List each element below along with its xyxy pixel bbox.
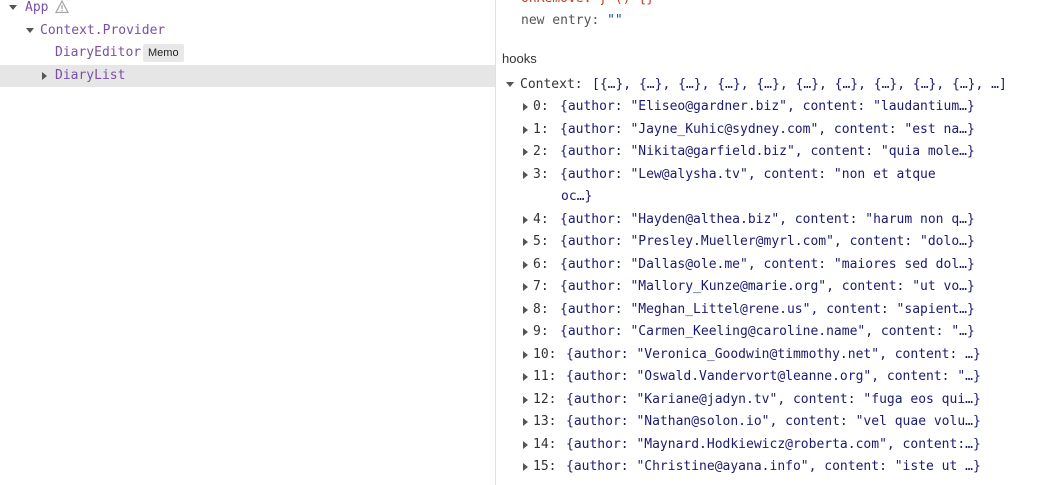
entry-index: 4: bbox=[533, 211, 549, 227]
component-name-diary-list: DiaryList bbox=[55, 68, 126, 83]
expand-arrow-icon[interactable] bbox=[523, 215, 528, 224]
expand-arrow-icon[interactable] bbox=[523, 350, 528, 359]
tree-row-context-provider[interactable]: Context.Provider bbox=[0, 20, 495, 42]
component-tree-panel: App Context.Provider DiaryEditor Memo Di… bbox=[0, 0, 496, 485]
entry-value-continuation: oc…} bbox=[561, 189, 593, 204]
entry-value: {author: "Nathan@solon.io", content: "ve… bbox=[566, 414, 981, 429]
entry-index: 1: bbox=[533, 121, 549, 137]
entry-value: {author: "Kariane@jadyn.tv", content: "f… bbox=[566, 391, 981, 407]
expand-arrow-icon[interactable] bbox=[9, 5, 17, 10]
entry-value: {author: "Meghan_Littel@rene.us", conten… bbox=[560, 301, 975, 317]
entry-index: 5: bbox=[533, 234, 549, 249]
entry-value: {author: "Presley.Mueller@myrl.com", con… bbox=[560, 234, 975, 249]
expand-arrow-icon[interactable] bbox=[26, 28, 34, 33]
memo-badge: Memo bbox=[143, 44, 184, 62]
prop-key: new entry: bbox=[521, 13, 600, 28]
entry-index: 13: bbox=[533, 414, 557, 429]
entry-value: {author: "Jayne_Kuhic@sydney.com", conte… bbox=[560, 121, 975, 137]
entry-value: {author: "Nikita@garfield.biz", content:… bbox=[560, 144, 975, 159]
entry-index: 7: bbox=[533, 279, 549, 294]
entry-value: {author: "Maynard.Hodkiewicz@roberta.com… bbox=[566, 436, 981, 452]
expand-arrow-icon[interactable] bbox=[523, 328, 528, 336]
component-name-context-provider: Context.Provider bbox=[40, 23, 166, 38]
entry-index: 15: bbox=[533, 459, 557, 474]
entry-index: 0: bbox=[533, 99, 549, 114]
hooks-section-title: hooks bbox=[502, 51, 537, 66]
entry-index: 8: bbox=[533, 301, 549, 317]
entry-index: 6: bbox=[533, 256, 549, 272]
entry-value: {author: "Lew@alysha.tv", content: "non … bbox=[560, 166, 936, 182]
entry-value: {author: "Eliseo@gardner.biz", content: … bbox=[560, 99, 975, 114]
entry-value: {author: "Christine@ayana.info", content… bbox=[566, 459, 981, 474]
component-name-diary-editor: DiaryEditor bbox=[55, 45, 142, 60]
entry-value: {author: "Oswald.Vandervort@leanne.org",… bbox=[566, 369, 981, 384]
expand-arrow-icon[interactable] bbox=[523, 395, 528, 404]
entry-index: 12: bbox=[533, 391, 557, 407]
inspector-panel: onRemove: ƒ () {} new entry: "" hooks Co… bbox=[496, 0, 1053, 485]
component-name-app: App bbox=[25, 0, 49, 15]
entry-value: {author: "Dallas@ole.me", content: "maio… bbox=[560, 256, 975, 272]
entry-index: 11: bbox=[533, 369, 557, 384]
expand-arrow-icon[interactable] bbox=[523, 148, 528, 156]
collapse-arrow-icon[interactable] bbox=[42, 72, 47, 80]
entry-value: {author: "Hayden@althea.biz", content: "… bbox=[560, 211, 975, 227]
expand-arrow-icon[interactable] bbox=[523, 125, 528, 134]
prop-value: "" bbox=[607, 13, 623, 28]
expand-arrow-icon[interactable] bbox=[523, 373, 528, 381]
tree-row-diary-editor[interactable]: DiaryEditor Memo bbox=[0, 42, 495, 64]
prop-onremove[interactable]: onRemove: ƒ () {} bbox=[521, 0, 654, 10]
entry-index: 9: bbox=[533, 324, 549, 339]
expand-arrow-icon[interactable] bbox=[523, 463, 528, 471]
expand-arrow-icon[interactable] bbox=[523, 170, 528, 179]
expand-arrow-icon[interactable] bbox=[506, 82, 514, 87]
expand-arrow-icon[interactable] bbox=[523, 283, 528, 291]
entry-value: {author: "Veronica_Goodwin@timmothy.net"… bbox=[566, 346, 981, 362]
context-key: Context: bbox=[520, 77, 583, 92]
entry-value: {author: "Mallory_Kunze@marie.org", cont… bbox=[560, 279, 975, 294]
warning-icon bbox=[55, 0, 69, 14]
expand-arrow-icon[interactable] bbox=[523, 418, 528, 426]
entry-index: 3: bbox=[533, 166, 549, 182]
entry-value: {author: "Carmen_Keeling@caroline.name",… bbox=[560, 324, 975, 339]
expand-arrow-icon[interactable] bbox=[523, 440, 528, 449]
entry-index: 14: bbox=[533, 436, 557, 452]
entry-index: 2: bbox=[533, 144, 549, 159]
entry-index: 10: bbox=[533, 346, 557, 362]
expand-arrow-icon[interactable] bbox=[523, 238, 528, 246]
expand-arrow-icon[interactable] bbox=[523, 260, 528, 269]
tree-row-app[interactable]: App bbox=[0, 0, 495, 19]
context-summary: [{…}, {…}, {…}, {…}, {…}, {…}, {…}, {…},… bbox=[592, 77, 1007, 92]
tree-row-diary-list[interactable]: DiaryList bbox=[0, 65, 495, 87]
expand-arrow-icon[interactable] bbox=[523, 305, 528, 314]
prop-new-entry[interactable]: new entry: "" bbox=[521, 10, 623, 32]
expand-arrow-icon[interactable] bbox=[523, 103, 528, 111]
